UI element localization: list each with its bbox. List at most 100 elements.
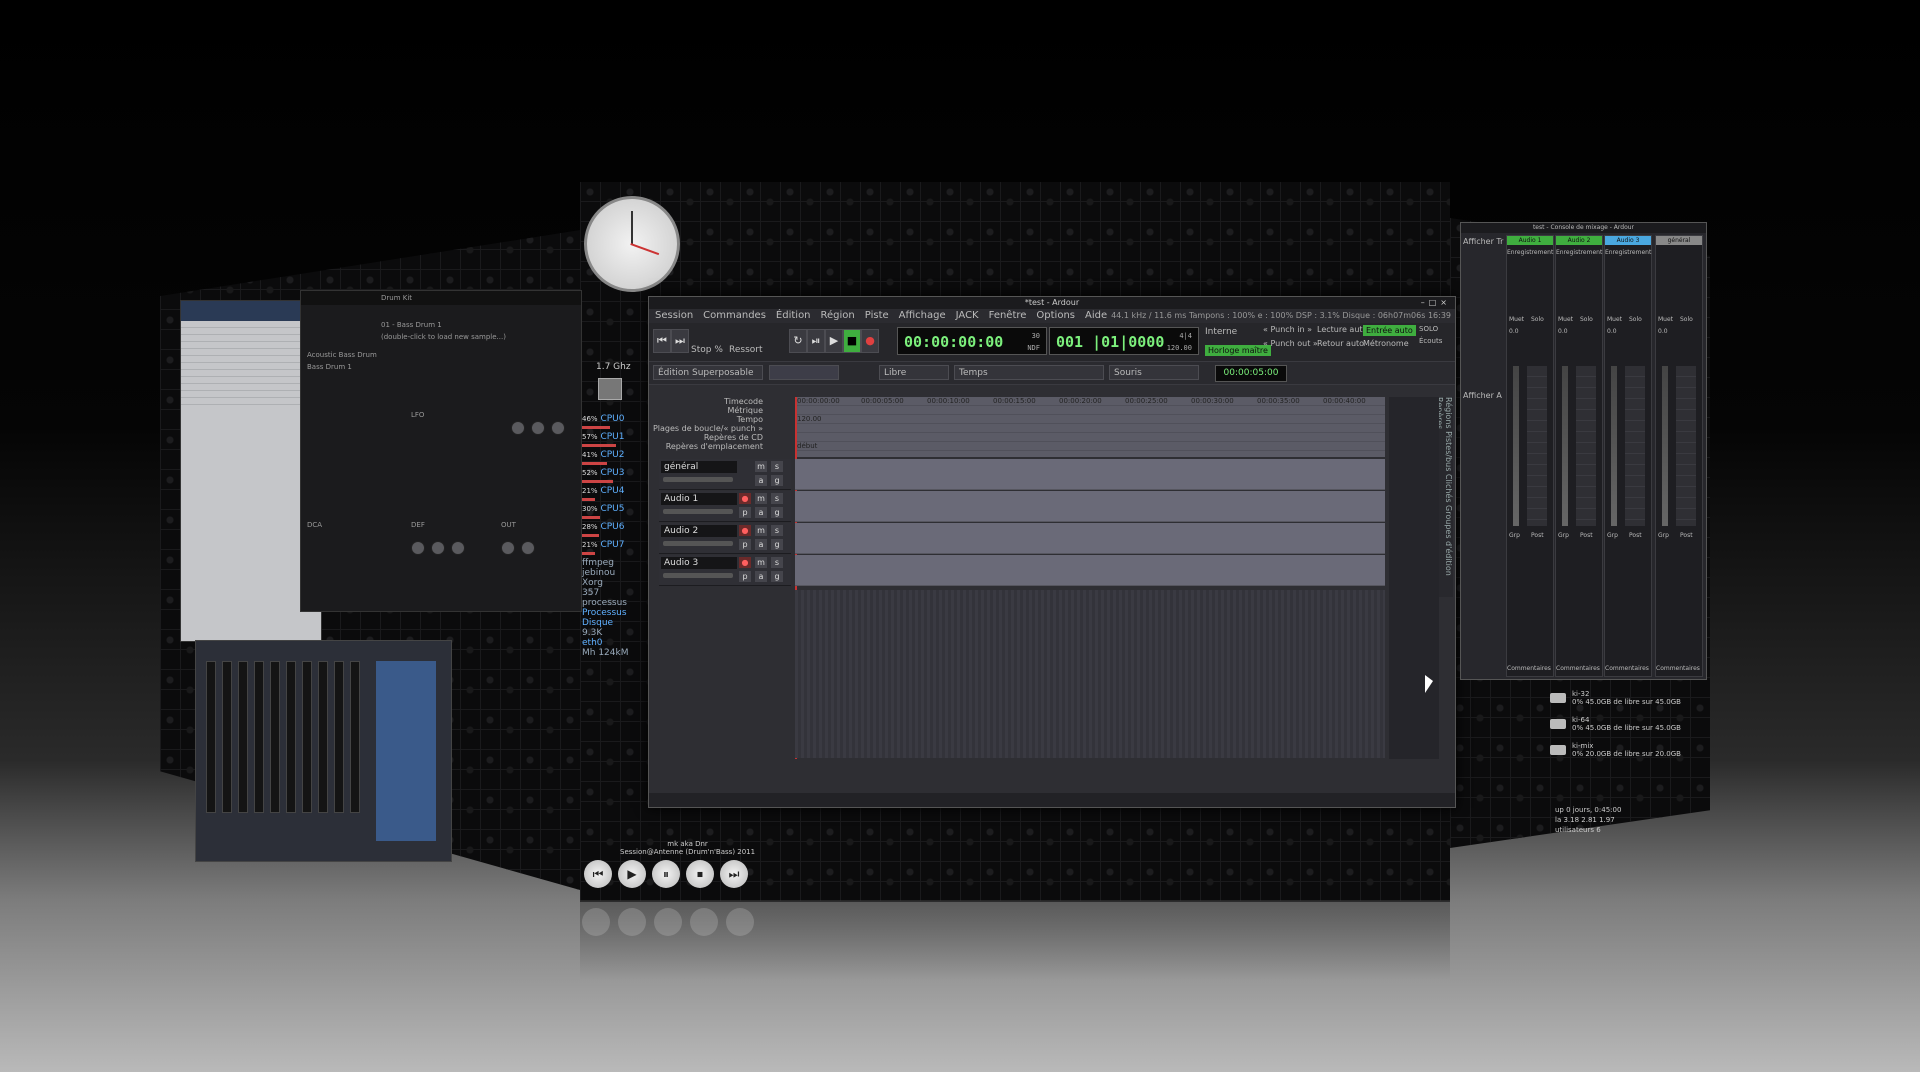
knob[interactable] <box>551 421 565 435</box>
track-header[interactable]: général m s a g <box>659 459 791 490</box>
playlist-button[interactable]: p <box>739 507 751 518</box>
channel-fader[interactable] <box>302 661 312 813</box>
record-arm-icon[interactable]: ● <box>739 493 751 504</box>
timeline-ruler[interactable]: 00:00:00:00 00:00:05:00 00:00:10:00 00:0… <box>795 397 1385 457</box>
meter-point-button[interactable]: Post <box>1580 532 1593 539</box>
knob[interactable] <box>521 541 535 555</box>
record-arm-icon[interactable]: ● <box>739 557 751 568</box>
group-button[interactable]: Grp <box>1607 532 1618 539</box>
track-gain-fader[interactable] <box>663 477 733 482</box>
pause-icon[interactable]: ⏸ <box>652 860 680 888</box>
ardour-editor-window[interactable]: *test - Ardour –□× Session Commandes Édi… <box>648 296 1456 808</box>
snap-mode-select[interactable]: Libre <box>879 365 949 380</box>
secondary-clock[interactable]: 001 |01|0000 4|4 120.00 <box>1049 327 1199 355</box>
window-controls-icon[interactable]: –□× <box>1421 297 1451 309</box>
hardware-mixer-window[interactable] <box>195 640 452 862</box>
channel-fader[interactable] <box>238 661 248 813</box>
solo-button[interactable]: Solo <box>1629 316 1642 323</box>
solo-button[interactable]: Solo <box>1580 316 1593 323</box>
play-icon[interactable]: ▶ <box>618 860 646 888</box>
track-header[interactable]: Audio 1 ● m s p a g <box>659 491 791 522</box>
solo-button[interactable]: Solo <box>1531 316 1544 323</box>
comments-button[interactable]: Commentaires <box>1605 665 1649 672</box>
gain-display[interactable]: 0.0 <box>1558 328 1568 335</box>
solo-button[interactable]: s <box>771 525 783 536</box>
loop-icon[interactable]: ↻ <box>789 329 807 353</box>
group-button[interactable]: Grp <box>1558 532 1569 539</box>
automation-button[interactable]: a <box>755 571 767 582</box>
track-gain-fader[interactable] <box>663 573 733 578</box>
mute-button[interactable]: m <box>755 493 767 504</box>
drum-item-2[interactable]: Bass Drum 1 <box>307 363 352 371</box>
channel-fader[interactable] <box>270 661 280 813</box>
group-button[interactable]: Grp <box>1509 532 1520 539</box>
track-lane[interactable] <box>795 523 1385 554</box>
edit-point-select[interactable]: Souris <box>1109 365 1199 380</box>
menu-options[interactable]: Options <box>1036 309 1075 323</box>
mixer-strip[interactable]: Audio 2 Enregistrement Muet Solo 0.0 Grp… <box>1555 235 1603 677</box>
goto-end-icon[interactable]: ⏭ <box>671 329 689 353</box>
solo-button[interactable]: s <box>771 461 783 472</box>
channel-fader[interactable] <box>286 661 296 813</box>
goto-start-icon[interactable]: ⏮ <box>653 329 671 353</box>
gain-fader[interactable] <box>1625 366 1645 526</box>
mute-button[interactable]: Muet <box>1558 316 1573 323</box>
menu-region[interactable]: Région <box>821 309 855 323</box>
group-button[interactable]: g <box>771 475 783 486</box>
automation-button[interactable]: a <box>755 539 767 550</box>
stop-icon[interactable]: ⏹ <box>686 860 714 888</box>
comments-button[interactable]: Commentaires <box>1556 665 1600 672</box>
mixer-strip[interactable]: Audio 1 Enregistrement Muet Solo 0.0 Grp… <box>1506 235 1554 677</box>
menu-edition[interactable]: Édition <box>776 309 811 323</box>
automation-button[interactable]: a <box>755 507 767 518</box>
menu-session[interactable]: Session <box>655 309 693 323</box>
auto-return-button[interactable]: Retour auto <box>1317 339 1364 348</box>
playlist-button[interactable]: p <box>739 539 751 550</box>
gain-fader[interactable] <box>1576 366 1596 526</box>
playlist-button[interactable]: p <box>739 571 751 582</box>
auditions-indicator[interactable]: Écouts <box>1419 337 1442 345</box>
track-header[interactable]: Audio 3 ● m s p a g <box>659 555 791 586</box>
record-arm-icon[interactable]: ● <box>739 525 751 536</box>
gain-display[interactable]: 0.0 <box>1658 328 1668 335</box>
play-range-icon[interactable]: ⏯ <box>807 329 825 353</box>
menu-affichage[interactable]: Affichage <box>899 309 946 323</box>
master-clock-button[interactable]: Horloge maître <box>1205 345 1271 356</box>
drum-item-1[interactable]: Acoustic Bass Drum <box>307 351 377 359</box>
stop-icon[interactable]: ■ <box>843 329 861 353</box>
knob[interactable] <box>451 541 465 555</box>
knob[interactable] <box>501 541 515 555</box>
channel-fader[interactable] <box>350 661 360 813</box>
drive-item[interactable]: ki-32 0% 45.0GB de libre sur 45.0GB <box>1550 690 1681 706</box>
record-button[interactable]: Enregistrement <box>1507 249 1553 256</box>
meter-point-button[interactable]: Post <box>1680 532 1693 539</box>
gain-display[interactable]: 0.0 <box>1607 328 1617 335</box>
next-icon[interactable]: ⏭ <box>720 860 748 888</box>
track-header[interactable]: Audio 2 ● m s p a g <box>659 523 791 554</box>
menu-aide[interactable]: Aide <box>1085 309 1107 323</box>
editor-scrollbar[interactable] <box>649 793 1455 807</box>
mute-button[interactable]: Muet <box>1658 316 1673 323</box>
menu-commandes[interactable]: Commandes <box>703 309 766 323</box>
track-lane[interactable] <box>795 491 1385 522</box>
track-lane[interactable] <box>795 555 1385 586</box>
channel-fader[interactable] <box>222 661 232 813</box>
drive-item[interactable]: ki-mix 0% 20.0GB de libre sur 20.0GB <box>1550 742 1681 758</box>
knob[interactable] <box>511 421 525 435</box>
ressort-label[interactable]: Ressort <box>729 345 763 355</box>
knob[interactable] <box>411 541 425 555</box>
solo-button[interactable]: s <box>771 493 783 504</box>
gain-display[interactable]: 0.0 <box>1509 328 1519 335</box>
menu-piste[interactable]: Piste <box>865 309 889 323</box>
auto-play-button[interactable]: Lecture auto <box>1317 325 1367 334</box>
strip-name[interactable]: Audio 1 <box>1507 236 1553 245</box>
sync-source[interactable]: Interne <box>1205 327 1237 337</box>
punch-out-button[interactable]: « Punch out » <box>1263 339 1318 348</box>
record-icon[interactable]: ● <box>861 329 879 353</box>
gain-fader[interactable] <box>1527 366 1547 526</box>
meter-point-button[interactable]: Post <box>1531 532 1544 539</box>
primary-clock[interactable]: 00:00:00:00 30 NDF <box>897 327 1047 355</box>
group-button[interactable]: g <box>771 507 783 518</box>
nudge-clock[interactable]: 00:00:05:00 <box>1215 365 1287 382</box>
record-button[interactable]: Enregistrement <box>1556 249 1602 256</box>
